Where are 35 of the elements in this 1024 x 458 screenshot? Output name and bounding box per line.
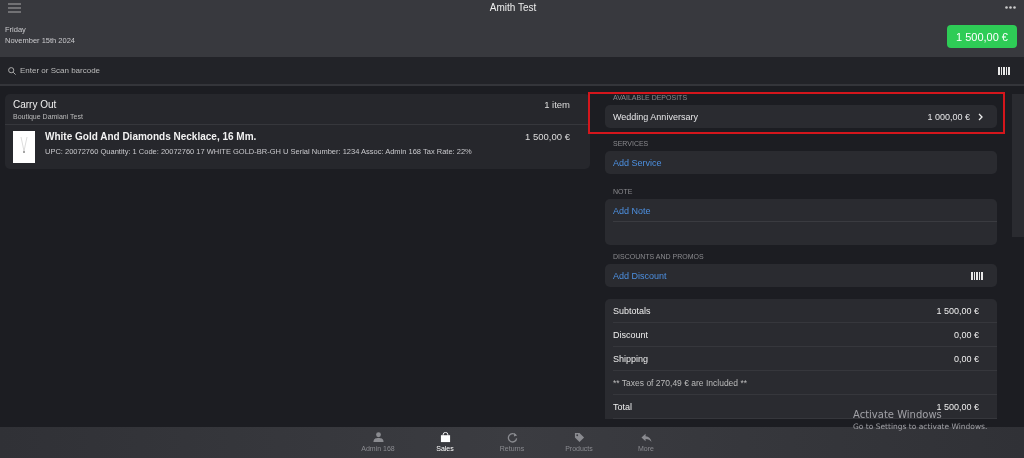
bag-icon bbox=[439, 432, 451, 443]
total-label: Total bbox=[613, 401, 632, 412]
note-field[interactable]: Add Note bbox=[605, 199, 997, 245]
add-service-row[interactable]: Add Service bbox=[605, 151, 997, 174]
person-icon bbox=[372, 432, 384, 443]
add-discount-row[interactable]: Add Discount bbox=[605, 264, 997, 287]
tag-icon bbox=[573, 432, 585, 443]
deposit-row[interactable]: Wedding Anniversary 1 000,00 € bbox=[605, 105, 997, 128]
total-label: Subtotals bbox=[613, 305, 651, 316]
total-value: 0,00 € bbox=[953, 353, 979, 364]
deposit-name: Wedding Anniversary bbox=[613, 111, 698, 122]
total-value: 0,00 € bbox=[953, 329, 979, 340]
barcode-icon[interactable] bbox=[971, 271, 983, 280]
reply-arrow-icon bbox=[640, 432, 652, 443]
total-label: Shipping bbox=[613, 353, 649, 364]
search-icon bbox=[8, 66, 16, 75]
add-note-link[interactable]: Add Note bbox=[613, 199, 997, 222]
deposit-amount: 1 000,00 € bbox=[927, 111, 970, 122]
barcode-icon[interactable] bbox=[998, 66, 1010, 75]
window-title: Amith Test bbox=[489, 2, 537, 13]
chevron-right-icon bbox=[978, 112, 983, 121]
product-name: White Gold And Diamonds Necklace, 16 Mm. bbox=[45, 131, 258, 142]
order-type-title: Carry Out bbox=[13, 99, 58, 110]
total-value: 1 500,00 € bbox=[936, 305, 979, 316]
item-count: 1 item bbox=[544, 99, 570, 112]
product-price: 1 500,00 € bbox=[525, 131, 570, 144]
more-icon[interactable] bbox=[1005, 6, 1016, 9]
total-label: Discount bbox=[613, 329, 648, 340]
barcode-search-field[interactable]: Enter or Scan barcode bbox=[20, 66, 320, 75]
add-service-link[interactable]: Add Service bbox=[613, 157, 662, 168]
activation-notice-title: Activate Windows bbox=[853, 409, 943, 420]
total-value: 1 500,00 € bbox=[936, 401, 979, 412]
refresh-icon bbox=[506, 432, 518, 443]
tax-note: ** Taxes of 270,49 € are Included ** bbox=[613, 377, 748, 388]
add-discount-link[interactable]: Add Discount bbox=[613, 270, 667, 281]
